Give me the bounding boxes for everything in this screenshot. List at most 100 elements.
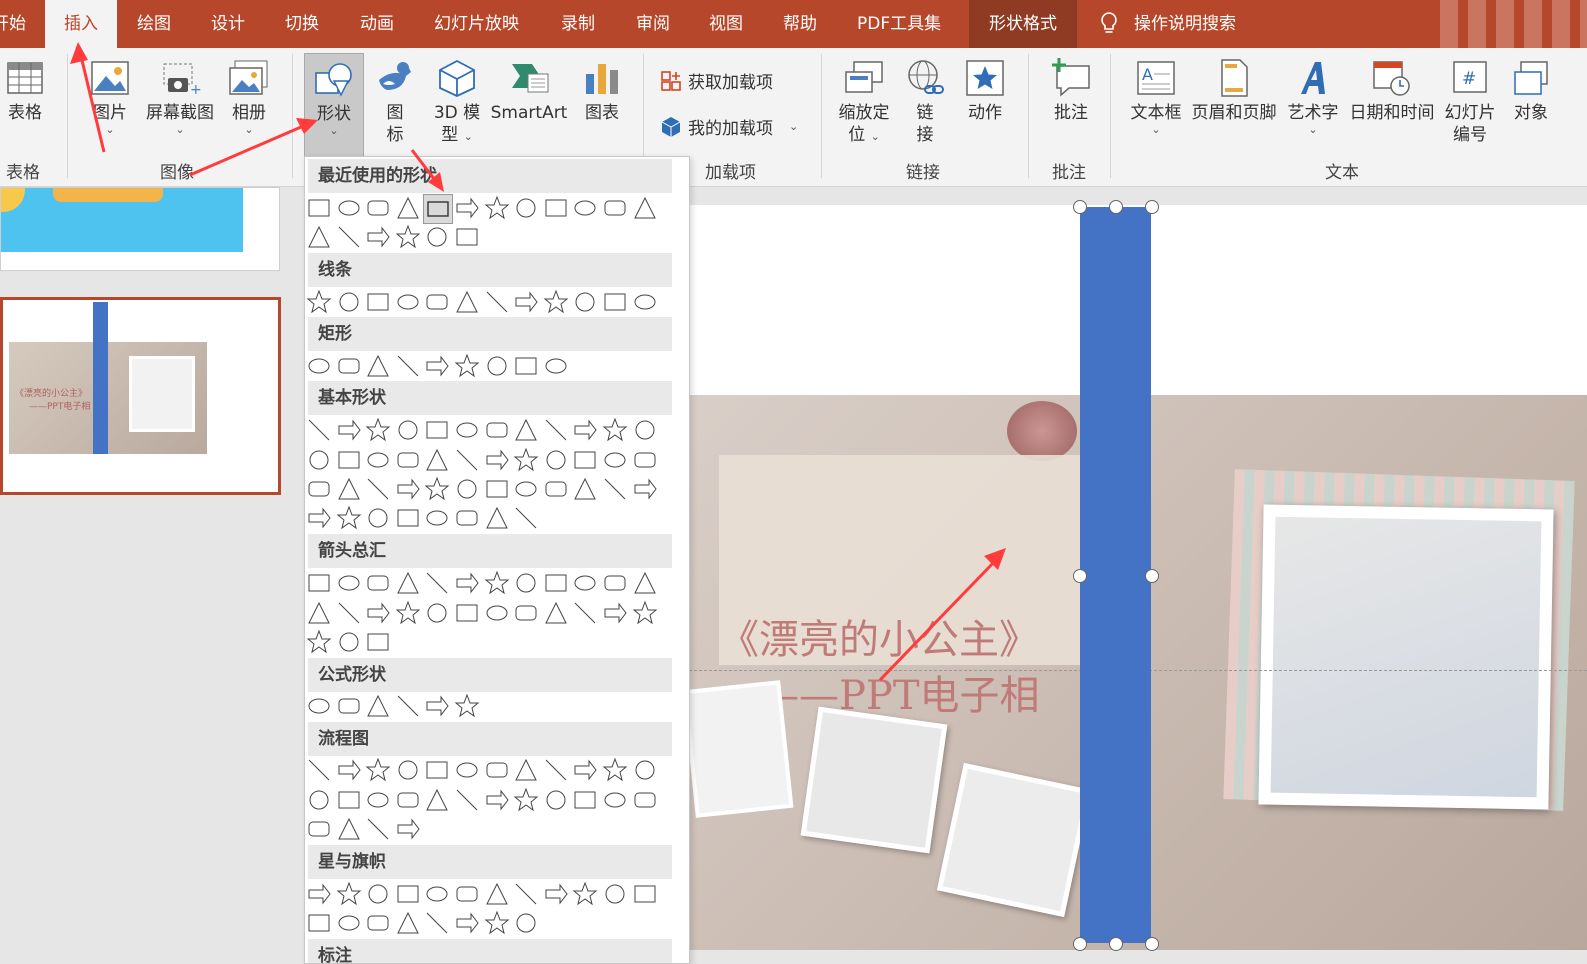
shape-gallery-item[interactable] xyxy=(571,416,599,444)
chart-button[interactable]: 图表 xyxy=(580,58,624,124)
shape-gallery-item[interactable] xyxy=(335,223,363,251)
shape-gallery-item[interactable] xyxy=(305,223,333,251)
shape-gallery-item[interactable] xyxy=(305,880,333,908)
shape-gallery-item[interactable] xyxy=(453,223,481,251)
resize-handle-top-right[interactable] xyxy=(1145,200,1159,214)
resize-handle-top[interactable] xyxy=(1109,200,1123,214)
shape-gallery-item[interactable] xyxy=(364,504,392,532)
shape-gallery-item[interactable] xyxy=(335,786,363,814)
shape-gallery-item[interactable] xyxy=(453,880,481,908)
shape-gallery-item[interactable] xyxy=(423,475,451,503)
shape-gallery-item[interactable] xyxy=(453,786,481,814)
shape-gallery-item[interactable] xyxy=(335,194,363,222)
shape-gallery-item[interactable] xyxy=(483,909,511,937)
resize-handle-top-left[interactable] xyxy=(1073,200,1087,214)
shape-gallery-item[interactable] xyxy=(335,504,363,532)
shape-gallery-item[interactable] xyxy=(364,628,392,656)
shape-gallery-item[interactable] xyxy=(453,194,481,222)
shape-gallery-item[interactable] xyxy=(423,756,451,784)
shape-gallery-item[interactable] xyxy=(542,288,570,316)
shape-gallery-item[interactable] xyxy=(453,504,481,532)
action-button[interactable]: 动作 xyxy=(962,58,1008,124)
shape-gallery-item[interactable] xyxy=(601,786,629,814)
shape-gallery-item[interactable] xyxy=(601,475,629,503)
shape-gallery-item[interactable] xyxy=(571,756,599,784)
shape-gallery-item[interactable] xyxy=(601,288,629,316)
shape-gallery-item[interactable] xyxy=(601,599,629,627)
shape-gallery-item[interactable] xyxy=(305,416,333,444)
shape-gallery-item[interactable] xyxy=(364,446,392,474)
shape-gallery-item[interactable] xyxy=(512,909,540,937)
shape-gallery-item[interactable] xyxy=(305,288,333,316)
smartart-button[interactable]: SmartArt xyxy=(490,58,568,124)
zoom-button[interactable]: 缩放定位 ⌄ xyxy=(834,58,894,146)
shape-gallery-item[interactable] xyxy=(394,416,422,444)
shape-gallery-item[interactable] xyxy=(394,692,422,720)
shape-gallery-item[interactable] xyxy=(305,692,333,720)
selected-rectangle-shape[interactable] xyxy=(1080,207,1151,943)
shape-gallery-item[interactable] xyxy=(542,756,570,784)
tab-transitions[interactable]: 切换 xyxy=(285,0,319,48)
shape-gallery-item[interactable] xyxy=(364,756,392,784)
3d-models-button[interactable]: 3D 模型 ⌄ xyxy=(430,58,484,146)
shapes-button[interactable]: 形状 ⌄ xyxy=(304,53,364,163)
shape-gallery-item[interactable] xyxy=(631,756,659,784)
shape-gallery-item[interactable] xyxy=(631,786,659,814)
shape-gallery-item[interactable] xyxy=(394,475,422,503)
shape-gallery-item[interactable] xyxy=(512,756,540,784)
shape-gallery-item[interactable] xyxy=(631,416,659,444)
shape-gallery-item[interactable] xyxy=(542,194,570,222)
shape-gallery-item[interactable] xyxy=(394,446,422,474)
shape-gallery-item[interactable] xyxy=(335,909,363,937)
shape-gallery-item[interactable] xyxy=(305,352,333,380)
shape-gallery-item[interactable] xyxy=(394,909,422,937)
shape-gallery-item[interactable] xyxy=(631,446,659,474)
comment-button[interactable]: 批注 xyxy=(1046,58,1096,124)
shape-gallery-item[interactable] xyxy=(305,756,333,784)
shape-gallery-item[interactable] xyxy=(601,880,629,908)
shape-gallery-item[interactable] xyxy=(483,504,511,532)
shape-gallery-item[interactable] xyxy=(394,352,422,380)
shape-gallery-item[interactable] xyxy=(364,288,392,316)
shape-gallery-item[interactable] xyxy=(483,880,511,908)
shape-gallery-item[interactable] xyxy=(335,475,363,503)
shape-gallery-item[interactable] xyxy=(305,504,333,532)
shape-gallery-item[interactable] xyxy=(483,599,511,627)
shape-gallery-item[interactable] xyxy=(631,569,659,597)
shape-gallery-item[interactable] xyxy=(423,569,451,597)
resize-handle-bottom-right[interactable] xyxy=(1145,937,1159,951)
shape-gallery-item[interactable] xyxy=(453,756,481,784)
tab-view[interactable]: 视图 xyxy=(709,0,743,48)
shape-gallery-item[interactable] xyxy=(335,569,363,597)
shape-gallery-item[interactable] xyxy=(601,569,629,597)
shape-gallery-item[interactable] xyxy=(394,756,422,784)
shape-gallery-item[interactable] xyxy=(631,599,659,627)
shape-gallery-item[interactable] xyxy=(542,352,570,380)
shape-gallery-item[interactable] xyxy=(542,475,570,503)
tab-slideshow[interactable]: 幻灯片放映 xyxy=(434,0,519,48)
shape-gallery-item[interactable] xyxy=(631,475,659,503)
shape-gallery-item[interactable] xyxy=(453,909,481,937)
tab-record[interactable]: 录制 xyxy=(561,0,595,48)
shape-gallery-item[interactable] xyxy=(305,475,333,503)
shape-gallery-item[interactable] xyxy=(542,446,570,474)
shape-gallery-item[interactable] xyxy=(512,194,540,222)
shape-gallery-item[interactable] xyxy=(571,786,599,814)
shape-gallery-item[interactable] xyxy=(423,692,451,720)
rectangle-shape-item[interactable] xyxy=(423,194,454,224)
shape-gallery-item[interactable] xyxy=(542,569,570,597)
shape-gallery-item[interactable] xyxy=(453,416,481,444)
shape-gallery-item[interactable] xyxy=(483,352,511,380)
textbox-button[interactable]: A 文本框 ⌄ xyxy=(1128,58,1184,136)
shape-gallery-item[interactable] xyxy=(335,692,363,720)
shape-gallery-item[interactable] xyxy=(483,446,511,474)
tab-home[interactable]: 开始 xyxy=(0,0,40,48)
shape-gallery-item[interactable] xyxy=(571,446,599,474)
shape-gallery-item[interactable] xyxy=(571,475,599,503)
tab-pdf-tools[interactable]: PDF工具集 xyxy=(857,0,941,48)
get-addins-button[interactable]: 获取加载项 xyxy=(660,68,773,93)
tell-me-search[interactable]: 操作说明搜索 xyxy=(1098,0,1236,48)
tab-insert[interactable]: 插入 xyxy=(45,0,117,48)
shape-gallery-item[interactable] xyxy=(305,786,333,814)
shape-gallery-item[interactable] xyxy=(335,352,363,380)
